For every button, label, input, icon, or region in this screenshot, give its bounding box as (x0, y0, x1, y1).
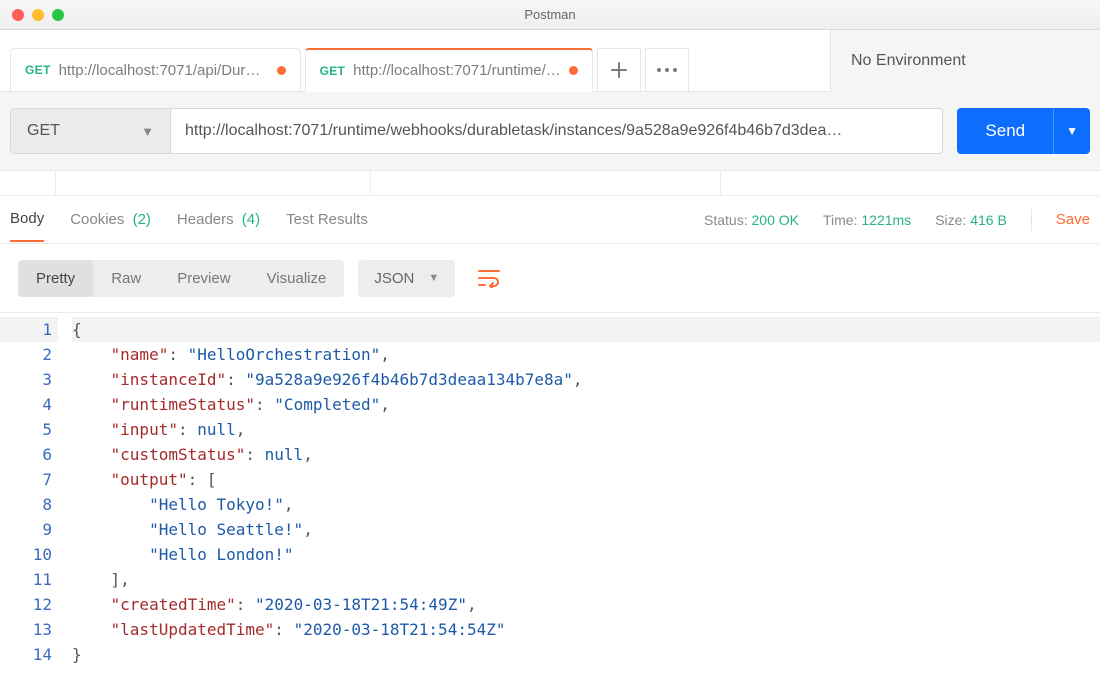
request-url-input[interactable]: http://localhost:7071/runtime/webhooks/d… (170, 108, 943, 154)
line-wrap-icon (477, 268, 501, 288)
plus-icon (610, 61, 628, 79)
ellipsis-icon (656, 67, 678, 73)
response-tab-cookies[interactable]: Cookies (2) (70, 198, 151, 241)
view-preview[interactable]: Preview (159, 260, 248, 297)
request-tabbar: GET http://localhost:7071/api/Durab… GET… (0, 30, 1100, 92)
send-button[interactable]: Send (957, 108, 1054, 154)
status-label: Status: (704, 212, 748, 228)
section-divider (0, 171, 1100, 196)
new-tab-button[interactable] (597, 48, 641, 92)
send-button-label: Send (985, 121, 1025, 141)
http-method-select[interactable]: GET ▼ (10, 108, 170, 154)
size-label: Size: (935, 212, 966, 228)
tab-method-badge: GET (25, 63, 51, 77)
environment-label: No Environment (851, 52, 966, 70)
response-tab-label: Cookies (70, 211, 124, 228)
line-wrap-toggle[interactable] (469, 258, 509, 298)
status-value: 200 OK (752, 212, 799, 228)
time-label: Time: (823, 212, 857, 228)
chevron-down-icon: ▼ (1066, 124, 1078, 138)
status-block: Status: 200 OK (704, 212, 799, 228)
body-view-mode-group: Pretty Raw Preview Visualize (18, 260, 344, 297)
tab-method-badge: GET (320, 64, 346, 78)
response-tab-tests[interactable]: Test Results (286, 198, 368, 241)
line-number-gutter: 1234567891011121314 (0, 313, 72, 671)
size-block: Size: 416 B (935, 212, 1007, 228)
view-pretty[interactable]: Pretty (18, 260, 93, 297)
request-url-value: http://localhost:7071/runtime/webhooks/d… (185, 122, 842, 140)
body-format-value: JSON (374, 270, 414, 287)
code-lines: { "name": "HelloOrchestration", "instanc… (72, 313, 1100, 671)
send-options-button[interactable]: ▼ (1054, 108, 1090, 154)
headers-count: (4) (242, 211, 260, 228)
body-view-toolbar: Pretty Raw Preview Visualize JSON ▼ (0, 244, 1100, 312)
send-button-group: Send ▼ (957, 108, 1090, 154)
save-response-button[interactable]: Save (1056, 211, 1090, 228)
view-raw[interactable]: Raw (93, 260, 159, 297)
unsaved-dot-icon (277, 66, 286, 75)
environment-selector[interactable]: No Environment (830, 30, 1100, 92)
response-tabs: Body Cookies (2) Headers (4) Test Result… (0, 196, 1100, 244)
time-value: 1221ms (861, 212, 911, 228)
tab-overflow-button[interactable] (645, 48, 689, 92)
http-method-value: GET (27, 122, 60, 140)
body-format-select[interactable]: JSON ▼ (358, 260, 455, 297)
size-value: 416 B (970, 212, 1007, 228)
response-tab-label: Headers (177, 211, 234, 228)
response-tab-body[interactable]: Body (10, 197, 44, 242)
view-visualize[interactable]: Visualize (249, 260, 345, 297)
request-tab-0[interactable]: GET http://localhost:7071/api/Durab… (10, 48, 301, 92)
response-body-editor[interactable]: 1234567891011121314 { "name": "HelloOrch… (0, 312, 1100, 671)
request-tab-1[interactable]: GET http://localhost:7071/runtime/… (305, 48, 593, 92)
window-titlebar: Postman (0, 0, 1100, 30)
cookies-count: (2) (133, 211, 151, 228)
chevron-down-icon: ▼ (141, 124, 154, 139)
tab-label: http://localhost:7071/api/Durab… (59, 62, 269, 79)
time-block: Time: 1221ms (823, 212, 911, 228)
response-tab-headers[interactable]: Headers (4) (177, 198, 260, 241)
chevron-down-icon: ▼ (428, 272, 439, 284)
tab-label: http://localhost:7071/runtime/… (353, 62, 561, 79)
unsaved-dot-icon (569, 66, 578, 75)
divider (1031, 209, 1032, 231)
window-title: Postman (0, 7, 1100, 22)
request-bar: GET ▼ http://localhost:7071/runtime/webh… (0, 92, 1100, 171)
